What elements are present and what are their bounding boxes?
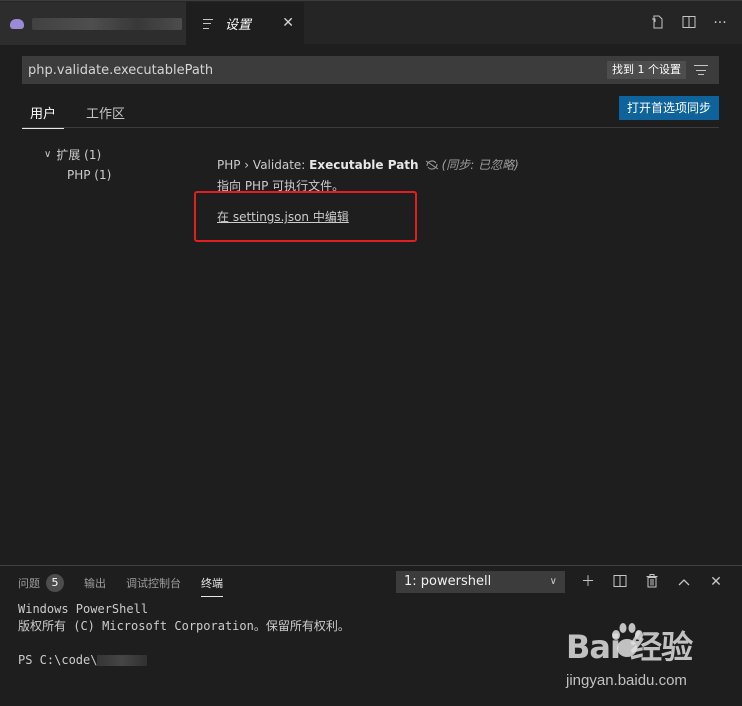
kill-terminal-trash-icon[interactable] bbox=[644, 574, 660, 590]
panel-tabs: 问题 5 输出 调试控制台 终端 bbox=[18, 574, 243, 597]
tab-settings-label: 设置 bbox=[225, 18, 252, 33]
tree-item-extensions[interactable]: ∨ 扩展 (1) bbox=[44, 146, 101, 163]
sync-ignored-icon bbox=[425, 160, 438, 170]
settings-scope-tabs: 用户 工作区 bbox=[22, 100, 133, 129]
setting-title: PHP › Validate: Executable Path (同步: 已忽略) bbox=[217, 156, 519, 173]
clear-filter-icon[interactable] bbox=[694, 65, 708, 75]
search-result-badge: 找到 1 个设置 bbox=[607, 61, 686, 79]
split-editor-icon[interactable] bbox=[681, 15, 697, 31]
open-settings-json-icon[interactable] bbox=[650, 15, 666, 31]
terminal-output[interactable]: Windows PowerShell 版权所有 (C) Microsoft Co… bbox=[18, 601, 350, 669]
tab-terminal[interactable]: 终端 bbox=[201, 575, 223, 597]
sync-ignored-label: (同步: 已忽略) bbox=[441, 158, 519, 172]
terminal-prompt: PS C:\code\ bbox=[18, 652, 350, 669]
terminal-select[interactable]: 1: powershell ∨ bbox=[396, 571, 565, 593]
tab-php-file[interactable] bbox=[0, 2, 186, 45]
terminal-prompt-text: PS C:\code\ bbox=[18, 653, 98, 667]
tab-settings[interactable]: 设置 ✕ bbox=[186, 2, 304, 45]
tree-item-php[interactable]: PHP (1) bbox=[67, 168, 111, 182]
tab-problems-label: 问题 bbox=[18, 577, 40, 590]
setting-name: Executable Path bbox=[309, 158, 419, 172]
watermark-url: jingyan.baidu.com bbox=[566, 672, 687, 689]
split-terminal-icon[interactable] bbox=[612, 574, 628, 590]
settings-editor-icon bbox=[203, 18, 213, 29]
tab-debug-console[interactable]: 调试控制台 bbox=[126, 575, 181, 596]
sync-ignored-indicator: (同步: 已忽略) bbox=[425, 158, 519, 172]
panel-actions: ＋ ✕ bbox=[580, 574, 724, 590]
turn-on-settings-sync-button[interactable]: 打开首选项同步 bbox=[619, 96, 719, 120]
php-elephant-icon bbox=[10, 18, 24, 29]
blurred-path bbox=[97, 655, 148, 666]
editor-actions: ··· bbox=[650, 15, 728, 31]
terminal-select-value: 1: powershell bbox=[404, 574, 492, 589]
tree-item-extensions-label: 扩展 (1) bbox=[56, 148, 102, 162]
tab-user[interactable]: 用户 bbox=[22, 100, 65, 129]
problems-count-badge: 5 bbox=[46, 574, 64, 592]
highlight-annotation-box bbox=[194, 191, 417, 242]
scope-divider bbox=[22, 127, 719, 128]
search-query: php.validate.executablePath bbox=[28, 62, 214, 78]
chevron-down-icon: ∨ bbox=[549, 576, 557, 587]
blurred-tab-label bbox=[32, 17, 182, 30]
tab-output[interactable]: 输出 bbox=[84, 575, 106, 596]
setting-category: PHP › Validate: bbox=[217, 158, 310, 172]
editor-tab-bar: 设置 ✕ ··· bbox=[0, 0, 742, 45]
close-icon[interactable]: ✕ bbox=[282, 15, 294, 31]
chevron-down-icon: ∨ bbox=[44, 149, 52, 160]
baidu-watermark: Bai 经验 jingyan.baidu.com bbox=[566, 622, 736, 702]
maximize-panel-chevron-up-icon[interactable] bbox=[676, 574, 692, 590]
panel-divider bbox=[0, 565, 742, 566]
terminal-line: Windows PowerShell bbox=[18, 602, 149, 616]
new-terminal-icon[interactable]: ＋ bbox=[580, 574, 596, 590]
more-actions-icon[interactable]: ··· bbox=[712, 15, 728, 31]
baidu-logo: Bai 经验 bbox=[566, 628, 693, 666]
tab-workspace[interactable]: 工作区 bbox=[78, 100, 133, 129]
tab-problems[interactable]: 问题 5 bbox=[18, 574, 64, 597]
settings-search-input[interactable]: php.validate.executablePath 找到 1 个设置 bbox=[22, 56, 719, 84]
close-panel-icon[interactable]: ✕ bbox=[708, 574, 724, 590]
baidu-paw-icon bbox=[612, 623, 643, 657]
terminal-line: 版权所有 (C) Microsoft Corporation。保留所有权利。 bbox=[18, 619, 350, 633]
